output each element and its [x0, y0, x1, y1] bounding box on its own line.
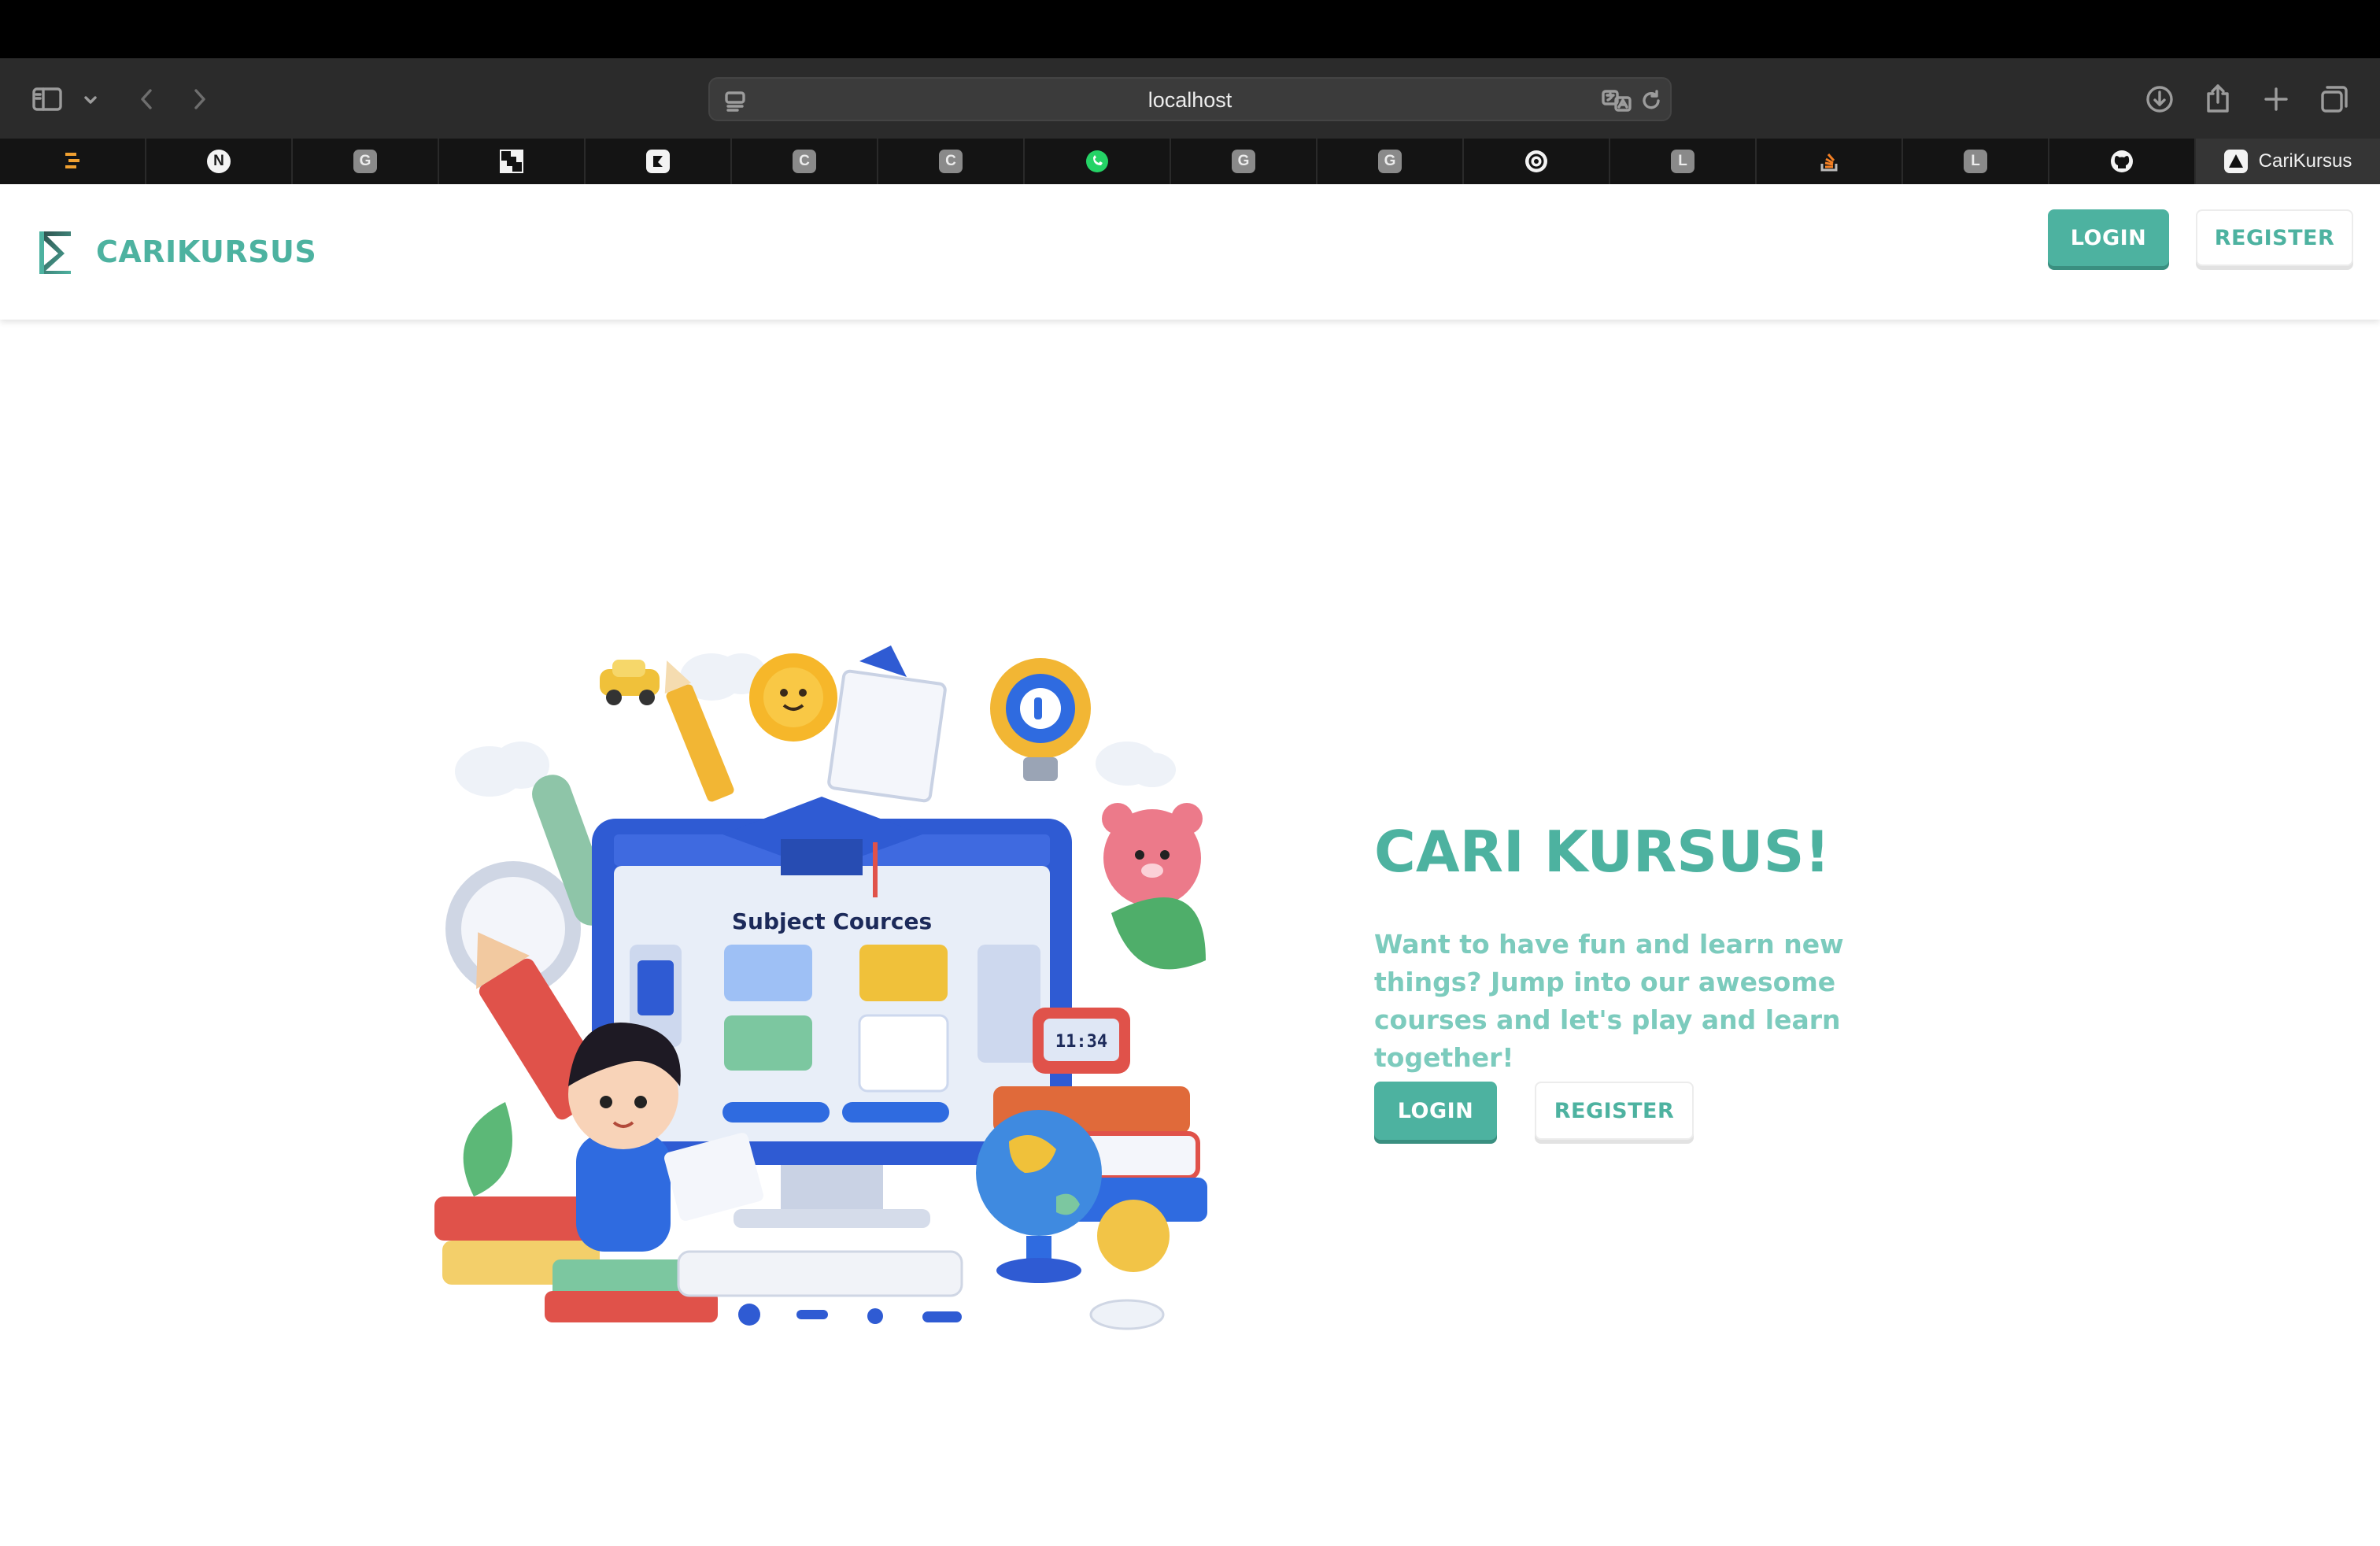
back-icon[interactable] — [132, 83, 161, 115]
letter-icon: L — [1964, 150, 1987, 173]
reload-icon[interactable] — [1637, 87, 1665, 115]
letter-icon: C — [939, 150, 963, 173]
stackoverflow-icon — [1817, 150, 1841, 173]
browser-tab-active[interactable]: CariKursus — [2196, 139, 2380, 184]
letter-icon: G — [1232, 150, 1255, 173]
nextjs-icon: N — [207, 150, 231, 173]
translate-icon[interactable] — [1601, 87, 1632, 115]
hero-description: Want to have fun and learn new things? J… — [1374, 929, 1844, 1073]
screen: localhost N G C C G G L L CariKursus CAR… — [0, 0, 2380, 1546]
forward-icon[interactable] — [186, 83, 214, 115]
hero-title: CARI KURSUS! — [1374, 819, 1831, 885]
lightbulb-icon — [990, 658, 1091, 781]
downloads-icon[interactable] — [2142, 82, 2177, 117]
url-text: localhost — [1148, 88, 1232, 112]
checker-icon — [500, 150, 523, 173]
active-tab-title: CariKursus — [2258, 150, 2352, 172]
navbar-login-button[interactable]: LOGIN — [2048, 209, 2169, 266]
site-navbar: CARIKURSUS LOGIN REGISTER — [0, 184, 2380, 320]
letter-icon: L — [1671, 150, 1694, 173]
browser-toolbar: localhost — [0, 58, 2380, 139]
browser-tab[interactable] — [0, 139, 146, 184]
carikursus-logo-icon — [39, 231, 71, 274]
new-tab-icon[interactable] — [2259, 82, 2293, 117]
browser-tab[interactable] — [1464, 139, 1610, 184]
lightning-icon — [61, 150, 84, 173]
letter-icon: G — [353, 150, 377, 173]
browser-tab[interactable] — [2049, 139, 2196, 184]
browser-tab[interactable]: N — [146, 139, 293, 184]
letter-icon: C — [793, 150, 816, 173]
brand[interactable]: CARIKURSUS — [35, 228, 316, 276]
browser-tab[interactable] — [586, 139, 732, 184]
hero-illustration: Subject Cources 11:34 — [434, 645, 1207, 1330]
share-icon[interactable] — [2201, 80, 2235, 117]
hero-register-button[interactable]: REGISTER — [1535, 1082, 1694, 1140]
browser-tab[interactable]: G — [1318, 139, 1464, 184]
chevron-down-icon[interactable] — [79, 88, 102, 112]
system-menu-bar — [0, 0, 2380, 58]
tab-overview-icon[interactable] — [2317, 82, 2352, 117]
browser-tab[interactable]: C — [878, 139, 1025, 184]
illustration-title: Subject Cources — [732, 908, 932, 934]
browser-tab[interactable] — [1025, 139, 1171, 184]
brand-name: CARIKURSUS — [96, 235, 317, 269]
clock-readout: 11:34 — [1055, 1032, 1107, 1052]
letter-icon: G — [1378, 150, 1402, 173]
browser-tab[interactable]: C — [732, 139, 878, 184]
browser-tab[interactable]: L — [1903, 139, 2049, 184]
sun-icon — [749, 653, 837, 742]
navbar-register-button[interactable]: REGISTER — [2196, 209, 2353, 266]
browser-tab[interactable] — [439, 139, 586, 184]
browser-tab[interactable]: L — [1610, 139, 1757, 184]
browser-tab[interactable]: G — [1171, 139, 1318, 184]
whatsapp-icon — [1085, 150, 1109, 173]
app-icon — [646, 150, 670, 173]
carikursus-favicon-icon — [2223, 150, 2248, 173]
browser-tab[interactable]: G — [293, 139, 439, 184]
hero-login-button[interactable]: LOGIN — [1374, 1082, 1497, 1140]
openai-icon — [1524, 150, 1548, 173]
sidebar-toggle-icon[interactable] — [30, 83, 65, 115]
browser-tab[interactable] — [1757, 139, 1903, 184]
address-bar[interactable]: localhost — [708, 77, 1672, 121]
github-icon — [2110, 150, 2134, 173]
tab-bar: N G C C G G L L CariKursus — [0, 139, 2380, 184]
